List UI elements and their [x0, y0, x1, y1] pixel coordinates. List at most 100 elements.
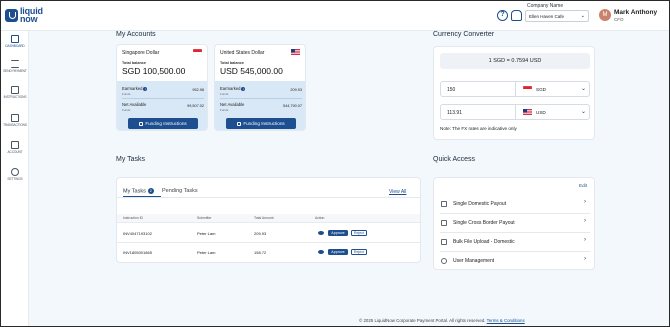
chevron-right-icon: ›	[584, 199, 586, 205]
column-header: Total Amount	[254, 216, 274, 220]
fx-note: Note: The FX rates are indicative only	[440, 126, 517, 131]
total-amount: 158.72	[254, 250, 267, 255]
from-amount[interactable]: 150	[447, 87, 455, 93]
net-available-label: Net Available	[122, 102, 147, 107]
user-name[interactable]: Mark Anthony	[614, 9, 657, 16]
user-icon	[441, 258, 447, 264]
column-header: Submitter	[197, 216, 212, 220]
avatar[interactable]: M	[599, 9, 611, 21]
instruction-id[interactable]: INV1805001865	[123, 250, 152, 255]
currency-converter: 1 SGD = 0.7594 USD 150 SGD ⌄ 113.91 USD …	[433, 46, 595, 140]
to-amount[interactable]: 113.91	[447, 110, 462, 116]
divider	[515, 105, 516, 119]
earmarked-label: Earmarked i	[122, 86, 148, 91]
sidebar-item-settings[interactable]: SETTINGS	[1, 168, 29, 181]
quick-access-label: Bulk File Upload - Domestic	[453, 239, 515, 245]
funding-instructions-button[interactable]: Funding Instructions	[226, 118, 296, 129]
sidebar-item-label: TRANSACTIONS	[3, 123, 27, 127]
transactions-icon	[11, 114, 19, 122]
quick-access-item[interactable]: Single Domestic Payout ›	[440, 196, 590, 212]
tab-my-tasks[interactable]: My Tasks 2	[123, 188, 154, 195]
exchange-rate: 1 SGD = 0.7594 USD	[440, 53, 590, 69]
singapore-flag-icon	[523, 86, 532, 92]
account-card-usd: United States Dollar Total balance USD 5…	[214, 44, 306, 131]
divider	[440, 232, 590, 233]
bell-icon[interactable]	[511, 10, 522, 21]
chevron-down-icon[interactable]: ⌄	[581, 108, 586, 115]
info-icon[interactable]: i	[241, 86, 246, 91]
divider	[122, 98, 204, 99]
transfer-icon	[11, 60, 19, 68]
quick-access-label: Single Cross Border Payout	[453, 220, 515, 226]
view-all-link[interactable]: View All	[389, 189, 406, 195]
help-icon[interactable]: ?	[497, 10, 508, 21]
from-amount-field[interactable]: 150 SGD ⌄	[440, 81, 590, 97]
sidebar-item-transactions[interactable]: TRANSACTIONS	[1, 114, 29, 127]
logo[interactable]: liquid now	[5, 7, 43, 24]
submitter: Peter Lam	[197, 231, 216, 236]
logo-mark-icon	[5, 8, 18, 22]
sidebar-item-send-payment[interactable]: SEND PAYMENT	[1, 60, 29, 73]
earmarked-sub: Funds	[220, 92, 229, 96]
earmarked-sub: Funds	[122, 92, 131, 96]
sidebar-item-label: DASHBOARD	[5, 44, 25, 48]
to-amount-field[interactable]: 113.91 USD ⌄	[440, 104, 590, 120]
quick-access-item[interactable]: Bulk File Upload - Domestic ›	[440, 234, 590, 250]
document-icon	[11, 86, 19, 94]
eye-icon[interactable]	[318, 231, 324, 235]
from-currency[interactable]: SGD	[536, 87, 546, 92]
sidebar: DASHBOARD SEND PAYMENT INSTRUCTIONS TRAN…	[1, 31, 29, 326]
sidebar-item-account[interactable]: ACCOUNT	[1, 141, 29, 154]
reject-button[interactable]: Reject	[351, 230, 367, 236]
account-currency: Singapore Dollar	[122, 50, 160, 56]
chevron-down-icon: ⌄	[580, 13, 585, 19]
approve-button[interactable]: Approve	[328, 230, 348, 236]
app-window: liquid now ? Company Name Ellen Haven Ca…	[0, 0, 670, 327]
column-header: Action	[315, 216, 325, 220]
accounts-title: My Accounts	[116, 31, 156, 38]
total-balance-label: Total balance	[122, 61, 146, 65]
divider	[117, 197, 420, 198]
total-balance-label: Total balance	[220, 61, 244, 65]
sidebar-item-instructions[interactable]: INSTRUCTIONS	[1, 86, 29, 99]
to-currency[interactable]: USD	[536, 110, 546, 115]
submitter: Peter Lam	[197, 250, 216, 255]
quick-access-panel: Edit Single Domestic Payout › Single Cro…	[433, 177, 595, 270]
earmarked-label: Earmarked i	[220, 86, 246, 91]
quick-access-title: Quick Access	[433, 156, 476, 163]
external-link-icon	[237, 121, 242, 126]
user-role: CFO	[614, 17, 624, 22]
column-header: Instruction ID	[123, 216, 143, 220]
cross-border-icon	[441, 220, 447, 226]
divider	[117, 242, 420, 243]
quick-access-item[interactable]: Single Cross Border Payout ›	[440, 215, 590, 231]
quick-access-item[interactable]: User Management ›	[440, 253, 590, 269]
sidebar-item-label: SEND PAYMENT	[3, 69, 27, 73]
total-amount: 209.93	[254, 231, 267, 236]
sidebar-item-dashboard[interactable]: DASHBOARD	[1, 35, 29, 48]
external-link-icon	[139, 121, 144, 126]
company-select[interactable]: Ellen Haven Cafe ⌄	[525, 10, 589, 22]
account-currency: United States Dollar	[220, 50, 265, 56]
converter-title: Currency Converter	[433, 31, 495, 38]
payout-icon	[441, 201, 447, 207]
sidebar-item-label: INSTRUCTIONS	[3, 95, 27, 99]
sidebar-item-label: SETTINGS	[7, 177, 23, 181]
edit-link[interactable]: Edit	[579, 183, 587, 188]
approve-button[interactable]: Approve	[328, 249, 348, 255]
info-icon[interactable]: i	[143, 86, 148, 91]
terms-link[interactable]: Terms & Conditions	[487, 318, 525, 323]
company-label: Company Name	[527, 3, 564, 9]
chevron-right-icon: ›	[584, 256, 586, 262]
funding-instructions-button[interactable]: Funding Instructions	[128, 118, 198, 129]
quick-access-label: User Management	[453, 258, 495, 264]
tab-pending-tasks[interactable]: Pending Tasks	[162, 188, 198, 194]
chevron-down-icon[interactable]: ⌄	[581, 85, 586, 92]
chevron-right-icon: ›	[584, 218, 586, 224]
reject-button[interactable]: Reject	[351, 249, 367, 255]
us-flag-icon	[291, 49, 300, 55]
footer: © 2025 LiquidNow Corporate Payment Porta…	[359, 318, 525, 323]
instruction-id[interactable]: INV4047193102	[123, 231, 152, 236]
net-available-label: Net Available	[220, 102, 245, 107]
eye-icon[interactable]	[318, 250, 324, 254]
